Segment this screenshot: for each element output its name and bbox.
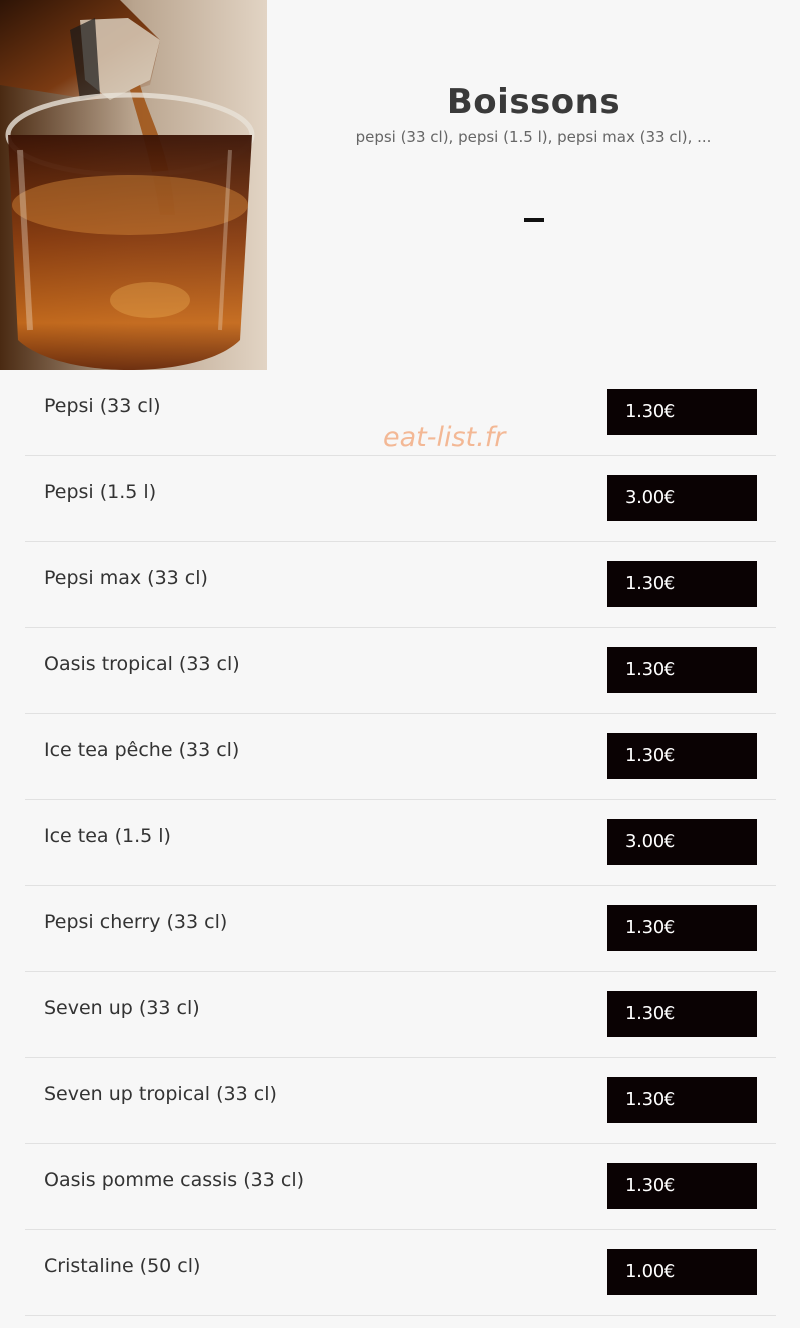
price-button[interactable]: 1.30€: [607, 991, 757, 1037]
title-divider: [523, 218, 544, 222]
menu-item[interactable]: Ice tea (1.5 l) 3.00€: [25, 800, 776, 886]
menu-item[interactable]: Seven up (33 cl) 1.30€: [25, 972, 776, 1058]
menu-item[interactable]: Ice tea pêche (33 cl) 1.30€: [25, 714, 776, 800]
drink-photo: [0, 0, 267, 370]
category-header: Boissons pepsi (33 cl), pepsi (1.5 l), p…: [0, 0, 800, 372]
menu-item[interactable]: Pepsi (1.5 l) 3.00€: [25, 456, 776, 542]
menu-item-name: Cristaline (50 cl): [44, 1255, 201, 1277]
menu-item-name: Pepsi (1.5 l): [44, 481, 157, 503]
category-subtitle: pepsi (33 cl), pepsi (1.5 l), pepsi max …: [355, 128, 712, 146]
menu-item[interactable]: Pepsi (33 cl) 1.30€: [25, 370, 776, 456]
menu-item[interactable]: Cristaline (50 cl) 1.00€: [25, 1230, 776, 1316]
menu-item-name: Pepsi max (33 cl): [44, 567, 208, 589]
menu-item-name: Pepsi (33 cl): [44, 395, 161, 417]
menu-item[interactable]: Oasis pomme cassis (33 cl) 1.30€: [25, 1144, 776, 1230]
price-button[interactable]: 1.30€: [607, 905, 757, 951]
title-block: Boissons pepsi (33 cl), pepsi (1.5 l), p…: [267, 0, 800, 222]
price-button[interactable]: 1.30€: [607, 1163, 757, 1209]
menu-item-name: Ice tea (1.5 l): [44, 825, 171, 847]
menu-item[interactable]: Seven up tropical (33 cl) 1.30€: [25, 1058, 776, 1144]
menu-item-name: Seven up tropical (33 cl): [44, 1083, 277, 1105]
price-button[interactable]: 1.30€: [607, 389, 757, 435]
price-button[interactable]: 1.30€: [607, 1077, 757, 1123]
menu-list: Pepsi (33 cl) 1.30€ Pepsi (1.5 l) 3.00€ …: [25, 370, 776, 1316]
menu-item[interactable]: Pepsi cherry (33 cl) 1.30€: [25, 886, 776, 972]
price-button[interactable]: 1.30€: [607, 647, 757, 693]
menu-item[interactable]: Oasis tropical (33 cl) 1.30€: [25, 628, 776, 714]
menu-item-name: Oasis tropical (33 cl): [44, 653, 240, 675]
menu-item-name: Ice tea pêche (33 cl): [44, 739, 240, 761]
price-button[interactable]: 3.00€: [607, 819, 757, 865]
menu-item-name: Pepsi cherry (33 cl): [44, 911, 228, 933]
menu-item[interactable]: Pepsi max (33 cl) 1.30€: [25, 542, 776, 628]
price-button[interactable]: 1.30€: [607, 561, 757, 607]
category-title: Boissons: [446, 82, 621, 122]
menu-item-name: Oasis pomme cassis (33 cl): [44, 1169, 305, 1191]
menu-item-name: Seven up (33 cl): [44, 997, 200, 1019]
price-button[interactable]: 1.00€: [607, 1249, 757, 1295]
price-button[interactable]: 1.30€: [607, 733, 757, 779]
price-button[interactable]: 3.00€: [607, 475, 757, 521]
